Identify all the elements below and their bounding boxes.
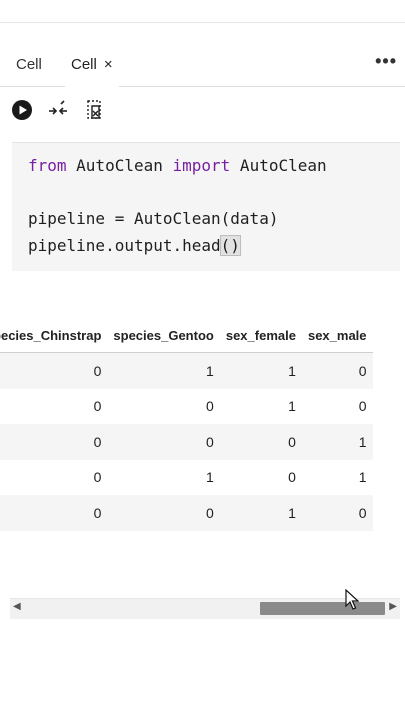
table-cell: 0 [107, 388, 220, 424]
table-row: 1 0 0 1 0 [0, 495, 373, 531]
code-cell[interactable]: from AutoClean import AutoClean pipeline… [12, 142, 400, 271]
column-header: species_Chinstrap [0, 318, 108, 353]
table-cell: 1 [219, 352, 302, 389]
table-cell: 0 [301, 352, 373, 389]
output-table-area: e species_Chinstrap species_Gentoo sex_f… [0, 318, 405, 538]
table-cell: 1 [301, 459, 373, 495]
output-table: e species_Chinstrap species_Gentoo sex_f… [0, 318, 373, 531]
clear-output-icon[interactable] [82, 97, 108, 123]
scroll-left-icon[interactable]: ◀ [13, 601, 21, 612]
tab-bar: Cell Cell × [0, 46, 405, 87]
tab-label: Cell [16, 56, 42, 73]
table-cell: 0 [301, 495, 373, 531]
tab-label: Cell [71, 56, 97, 73]
table-cell: 0 [0, 424, 108, 460]
horizontal-scrollbar[interactable]: ◀ ▶ [10, 598, 400, 619]
mouse-pointer-icon [345, 588, 360, 616]
table-cell: 0 [0, 388, 108, 424]
cell-toolbar [0, 93, 405, 125]
code-module: AutoClean [66, 156, 173, 175]
table-row: 0 0 1 1 0 [0, 352, 373, 389]
table-header-row: e species_Chinstrap species_Gentoo sex_f… [0, 318, 373, 353]
bracket-highlight: () [219, 234, 241, 256]
table-cell: 0 [219, 424, 302, 460]
table-row: 1 0 0 0 1 [0, 424, 373, 460]
table-cell: 0 [0, 459, 108, 495]
table-cell: 0 [107, 495, 220, 531]
keyword-from: from [28, 156, 67, 175]
tab-cell-2-active[interactable]: Cell × [65, 46, 119, 87]
column-header: sex_male [301, 318, 373, 353]
text-cursor [239, 234, 242, 254]
table-row: 1 0 0 1 0 [0, 388, 373, 424]
code-import-name: AutoClean [230, 156, 327, 175]
collapse-icon[interactable] [45, 97, 71, 123]
keyword-import: import [172, 156, 231, 175]
table-cell: 1 [219, 495, 302, 531]
column-header: sex_female [219, 318, 302, 353]
tab-cell-1[interactable]: Cell [16, 46, 42, 86]
table-cell: 0 [219, 459, 302, 495]
run-icon[interactable] [9, 97, 35, 123]
table-cell: 1 [219, 388, 302, 424]
close-icon[interactable]: × [104, 56, 113, 73]
table-cell: 1 [107, 352, 220, 389]
scroll-right-icon[interactable]: ▶ [389, 601, 397, 612]
table-cell: 0 [107, 424, 220, 460]
table-row: 0 0 1 0 1 [0, 459, 373, 495]
column-header: species_Gentoo [107, 318, 220, 353]
scrollbar-thumb[interactable] [260, 602, 385, 615]
code-line-pipeline: pipeline = AutoClean(data) [28, 209, 279, 228]
table-cell: 0 [301, 388, 373, 424]
table-cell: 1 [301, 424, 373, 460]
code-line-head: pipeline.output.head [28, 235, 221, 255]
window-top-bar [0, 0, 405, 23]
more-options-icon[interactable]: ••• [375, 46, 397, 76]
table-cell: 0 [0, 352, 108, 389]
code-editor[interactable]: from AutoClean import AutoClean pipeline… [28, 153, 327, 259]
table-cell: 1 [107, 459, 220, 495]
table-cell: 0 [0, 495, 108, 531]
